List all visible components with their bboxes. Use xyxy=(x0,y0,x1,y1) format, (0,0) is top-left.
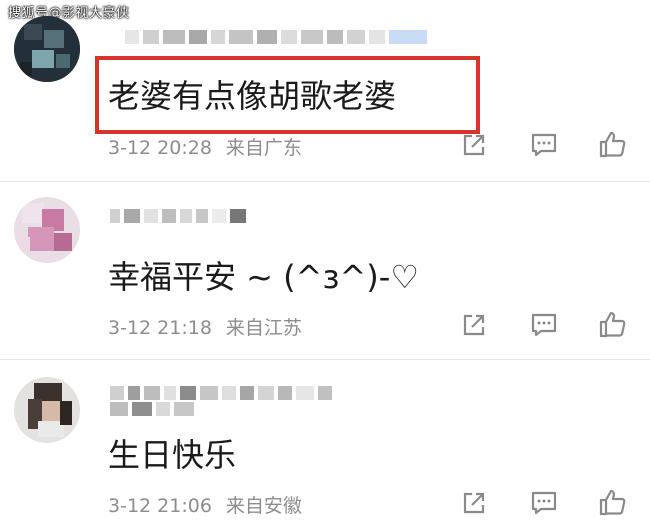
avatar[interactable] xyxy=(14,197,80,263)
username-blurred[interactable] xyxy=(125,30,427,44)
like-icon[interactable] xyxy=(598,309,628,339)
share-icon[interactable] xyxy=(460,311,488,339)
like-icon[interactable] xyxy=(598,487,628,517)
comment-text: 幸福平安 ~ (^ɜ^)-♡ xyxy=(108,258,420,296)
reply-icon[interactable] xyxy=(530,489,558,517)
like-icon[interactable] xyxy=(598,129,628,159)
avatar[interactable] xyxy=(14,16,80,82)
comment-meta: 3-12 21:06 来自安徽 xyxy=(108,491,302,518)
share-icon[interactable] xyxy=(460,489,488,517)
comment-text: 生日快乐 xyxy=(108,436,237,474)
divider xyxy=(0,181,650,182)
comment-time: 3-12 21:18 xyxy=(108,317,212,339)
reply-icon[interactable] xyxy=(530,131,558,159)
comment-location: 来自广东 xyxy=(225,137,302,159)
comment-meta: 3-12 21:18 来自江苏 xyxy=(108,313,302,340)
watermark: 搜狐号@影视大豪侠 xyxy=(8,6,130,21)
comment-time: 3-12 21:06 xyxy=(108,495,212,517)
reply-icon[interactable] xyxy=(530,311,558,339)
comment-location: 来自江苏 xyxy=(225,317,302,339)
divider xyxy=(0,359,650,360)
username-blurred[interactable] xyxy=(110,386,332,400)
username-blurred-row2 xyxy=(110,402,194,416)
comment-location: 来自安徽 xyxy=(225,495,302,517)
comment-meta: 3-12 20:28 来自广东 xyxy=(108,133,302,160)
comment-time: 3-12 20:28 xyxy=(108,137,212,159)
avatar[interactable] xyxy=(14,377,80,443)
username-blurred[interactable] xyxy=(110,209,246,223)
comment-text: 老婆有点像胡歌老婆 xyxy=(108,77,397,115)
share-icon[interactable] xyxy=(460,131,488,159)
